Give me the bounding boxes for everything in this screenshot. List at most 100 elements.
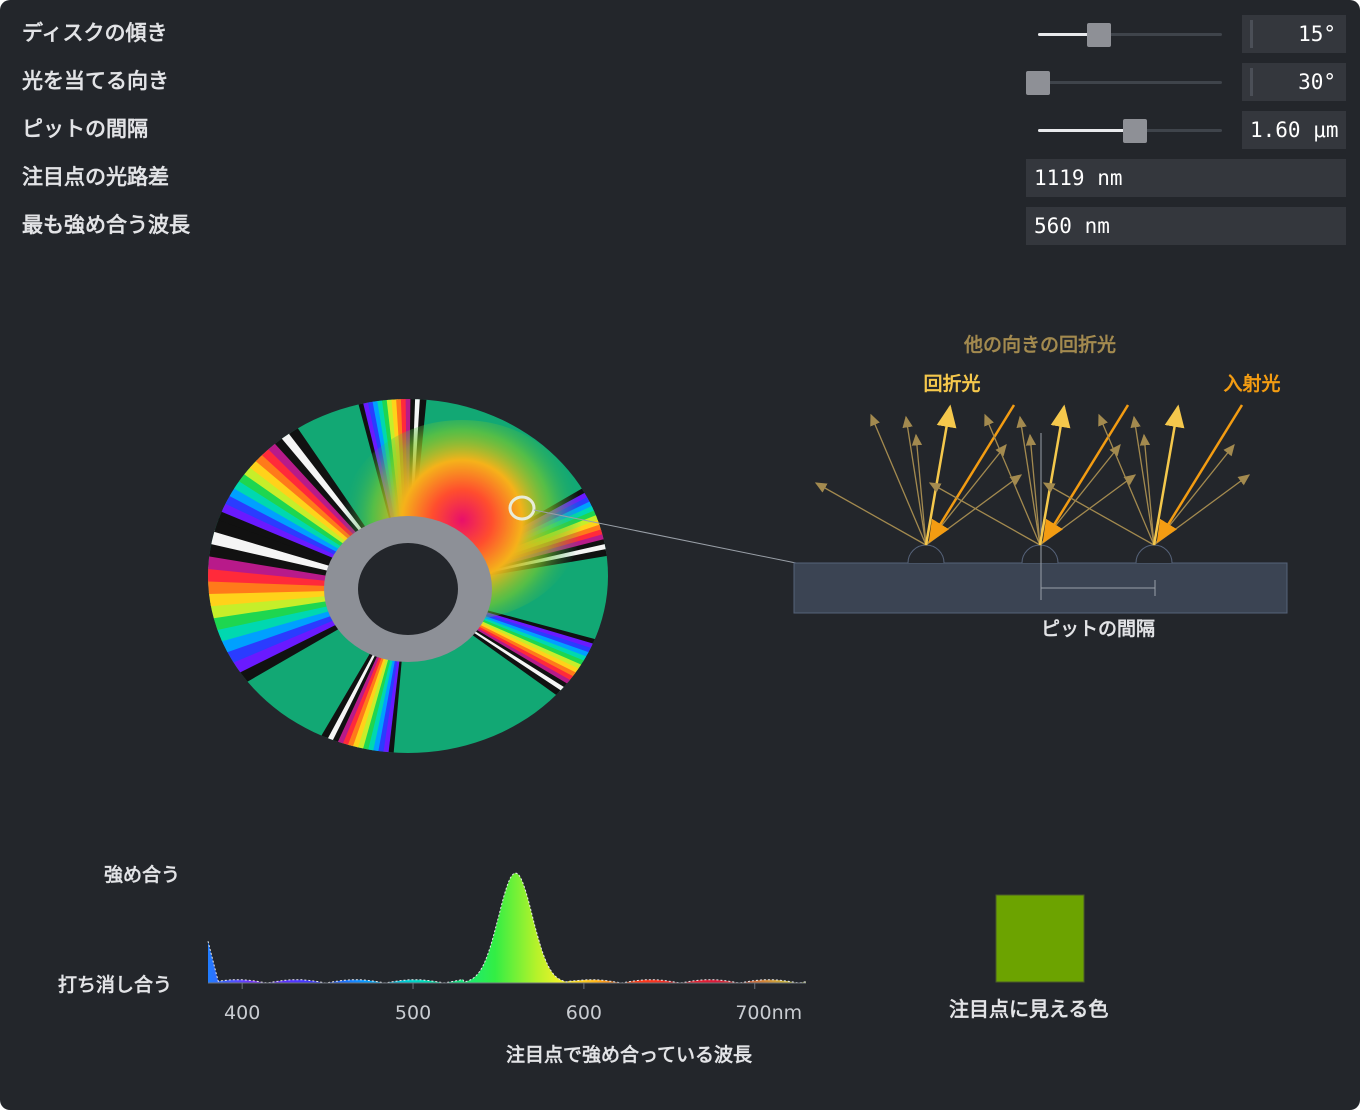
other-diffracted-ray: [870, 413, 927, 546]
disc-sector: [408, 589, 608, 753]
tilt-slider[interactable]: [1038, 33, 1222, 36]
light-direction-value-input[interactable]: 30°: [1242, 63, 1346, 101]
other-diffracted-ray: [814, 482, 927, 546]
disc-sector: [408, 479, 608, 589]
disc-sector: [327, 589, 408, 753]
path-difference-label: 注目点の光路差: [22, 165, 169, 189]
disc-sector: [208, 426, 408, 589]
disc-sector: [408, 429, 608, 589]
input-grip: [1250, 20, 1253, 48]
disc-sector: [208, 399, 408, 589]
other-diffracted-ray: [1139, 433, 1155, 546]
disc-sector: [332, 399, 408, 589]
zoom-leader-line: [533, 509, 797, 564]
disc-sector: [208, 399, 408, 589]
disc-sector: [408, 472, 608, 589]
disc-sector: [208, 534, 408, 589]
disc-sector: [408, 443, 608, 589]
disc-sector: [408, 589, 608, 753]
disc-hole: [358, 543, 458, 635]
substrate: [793, 562, 1288, 614]
disc-sector: [408, 589, 608, 728]
light-direction-label: 光を当てる向き: [22, 69, 169, 93]
disc-sector: [208, 399, 408, 589]
incident-label: 入射光: [1223, 372, 1280, 395]
light-direction-value: 30°: [1298, 70, 1336, 94]
other-diffracted-label: 他の向きの回折光: [963, 333, 1116, 356]
tilt-value: 15°: [1298, 22, 1336, 46]
spectrum-x-ticks: 400 500 600 700nm: [224, 983, 802, 1024]
disc-sector: [408, 589, 608, 706]
other-diffracted-ray: [911, 433, 927, 546]
disc-sector: [408, 457, 608, 589]
pit-bump: [1021, 544, 1059, 564]
x-tick-label: 600: [566, 1002, 602, 1024]
observed-color-swatch: [995, 894, 1085, 983]
other-diffracted-ray: [925, 474, 1023, 546]
spectrum-y-top-label: 強め合う: [104, 864, 181, 886]
pit-bump: [907, 544, 945, 564]
other-diffracted-ray: [1016, 415, 1041, 546]
tilt-slider-thumb[interactable]: [1087, 23, 1111, 47]
disc-sector: [337, 589, 408, 753]
disc-sector: [208, 589, 408, 637]
disc-sector: [208, 589, 408, 617]
disc-sector: [208, 589, 408, 732]
spectrum-chart: 400 500 600 700nm: [207, 872, 807, 1024]
disc-sector: [408, 399, 440, 589]
disc-sector: [208, 514, 408, 589]
diffracted-ray: [1038, 404, 1071, 546]
disc-sector: [347, 589, 408, 753]
disc-sector: [408, 510, 608, 589]
disc-sector: [356, 399, 408, 589]
path-difference-value: 1119 nm: [1034, 166, 1123, 190]
max-wavelength-label: 最も強め合う波長: [22, 213, 190, 237]
other-diffracted-ray: [1098, 413, 1155, 546]
disc-sector: [208, 553, 408, 589]
disc-sector: [396, 399, 408, 589]
focus-point-marker[interactable]: [508, 495, 536, 521]
other-diffracted-ray: [902, 415, 927, 546]
disc-sector: [208, 573, 408, 597]
diffracted-ray: [924, 404, 957, 546]
other-diffracted-ray: [1039, 443, 1121, 546]
disc-sector: [357, 589, 408, 753]
spectrum-y-bottom-label: 打ち消し合う: [58, 974, 173, 996]
disc-sector: [408, 487, 608, 589]
disc-sector: [208, 589, 408, 676]
disc-sector: [408, 589, 608, 720]
disc-sector: [380, 399, 408, 589]
tilt-value-input[interactable]: 15°: [1242, 15, 1346, 53]
disc-sector: [408, 589, 608, 683]
pit-spacing-caption: ピットの間隔: [1041, 618, 1155, 640]
max-wavelength-output: 560 nm: [1026, 207, 1346, 245]
incident-ray: [1042, 404, 1130, 544]
diffracted-label: 回折光: [923, 372, 980, 395]
incident-ray: [928, 404, 1016, 544]
pit-spacing-label: ピットの間隔: [22, 117, 148, 141]
light-direction-slider-thumb[interactable]: [1026, 71, 1050, 95]
max-wavelength-value: 560 nm: [1034, 214, 1110, 238]
pit-bump: [1135, 544, 1173, 564]
cd-disc: [208, 399, 797, 753]
diffracted-ray: [1152, 404, 1185, 546]
disc-sector: [280, 589, 408, 753]
disc-sector: [208, 399, 408, 589]
disc-sector: [367, 589, 408, 753]
pit-spacing-slider-thumb[interactable]: [1123, 119, 1147, 143]
disc-sector: [340, 399, 408, 589]
pit-spacing-slider-fill: [1038, 129, 1135, 132]
path-difference-output: 1119 nm: [1026, 159, 1346, 197]
pit-spacing-value-input[interactable]: 1.60 μm: [1242, 111, 1346, 149]
other-diffracted-ray: [1025, 433, 1041, 546]
x-tick-label: 500: [395, 1002, 431, 1024]
disc-sector: [408, 589, 608, 691]
other-diffracted-ray: [1153, 443, 1235, 546]
disc-sector: [208, 589, 408, 749]
disc-sector: [408, 589, 608, 735]
spectrum-x-caption: 注目点で強め合っている波長: [506, 1044, 753, 1066]
disc-sector: [208, 495, 408, 589]
disc-sector: [408, 589, 608, 753]
disc-sector: [408, 435, 608, 589]
light-direction-slider[interactable]: [1038, 81, 1222, 84]
